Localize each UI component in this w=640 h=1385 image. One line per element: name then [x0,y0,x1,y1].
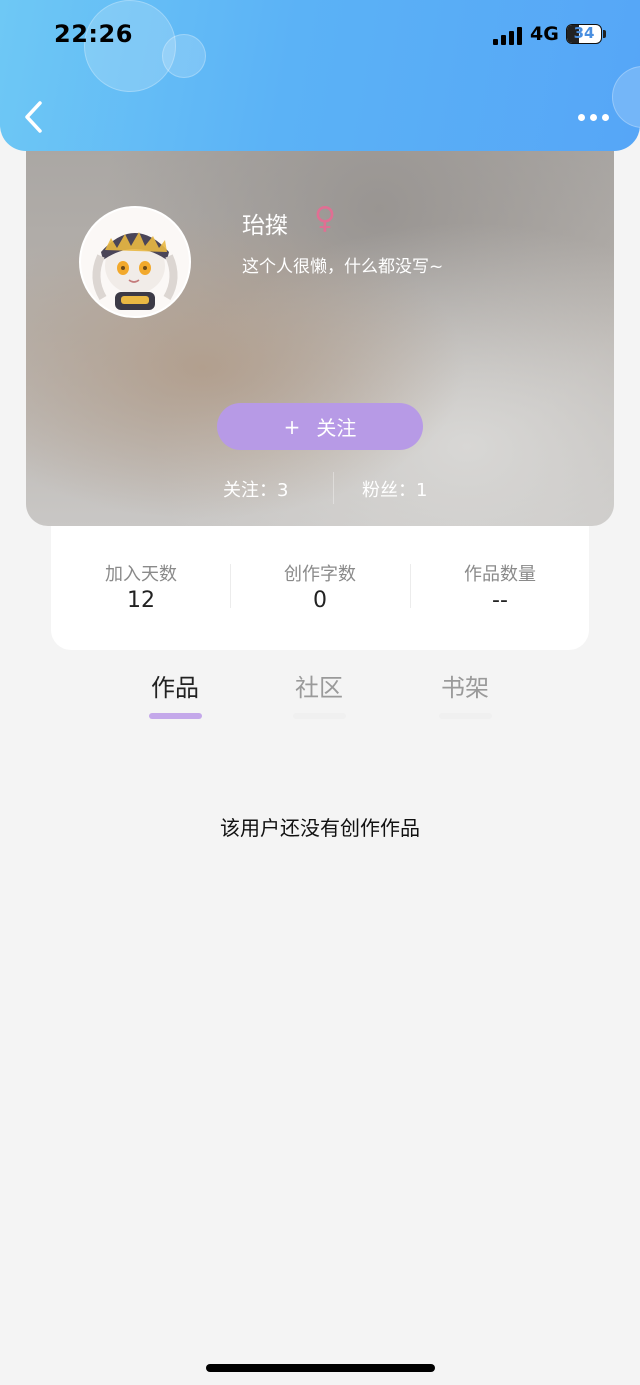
tab-label: 书架 [441,674,489,702]
fans-count[interactable]: 粉丝：1 [362,476,427,502]
tab-label: 作品 [151,674,199,702]
tab-indicator [292,713,346,719]
following-count[interactable]: 关注：3 [223,476,288,502]
stats-panel: 加入天数 12 创作字数 0 作品数量 -- [51,526,589,650]
stat-value: 12 [127,588,155,613]
status-time: 22:26 [54,20,133,48]
username: 珆搩 [242,213,288,239]
back-button[interactable] [22,100,46,134]
tab-works[interactable]: 作品 [135,668,215,719]
content-tabs: 作品 社区 书架 [0,668,640,719]
signal-icon [493,27,523,45]
home-indicator[interactable] [206,1364,435,1372]
more-button[interactable] [578,114,612,122]
follow-button-label: 关注 [316,416,357,440]
tab-community[interactable]: 社区 [279,668,359,719]
decor-bubble-small [162,34,206,78]
follow-button[interactable]: + 关注 [217,403,423,450]
plus-icon: + [283,414,301,439]
avatar[interactable] [79,206,191,318]
battery-level: 34 [573,24,595,42]
stat-label: 作品数量 [464,564,536,585]
top-header: 22:26 4G 34 [0,0,640,151]
decor-bubble-edge [612,66,640,128]
chevron-left-icon [25,101,42,133]
more-dot-icon [602,114,609,121]
network-type: 4G [530,23,559,45]
tab-indicator [148,713,202,719]
stat-value: -- [492,588,508,613]
more-dot-icon [578,114,585,121]
counts-divider [333,472,334,504]
follow-counts: 关注：3 粉丝：1 [26,472,614,506]
profile-card: 珆搩 ♀ 这个人很懒，什么都没写~ + 关注 关注：3 粉丝：1 [26,130,614,526]
stat-word-count: 创作字数 0 [230,560,410,613]
user-bio: 这个人很懒，什么都没写~ [242,257,444,277]
stat-works-count: 作品数量 -- [410,560,590,613]
stat-join-days: 加入天数 12 [51,560,231,613]
tab-label: 社区 [295,674,343,702]
stat-label: 加入天数 [105,564,177,585]
empty-state-message: 该用户还没有创作作品 [220,816,420,840]
tab-bookshelf[interactable]: 书架 [425,668,505,719]
battery-tip [603,30,606,38]
more-dot-icon [590,114,597,121]
battery-icon: 34 [566,24,602,44]
female-icon: ♀ [314,201,336,236]
tab-indicator [438,713,492,719]
stat-value: 0 [313,588,327,613]
stat-label: 创作字数 [284,564,356,585]
avatar-illustration [81,208,189,316]
